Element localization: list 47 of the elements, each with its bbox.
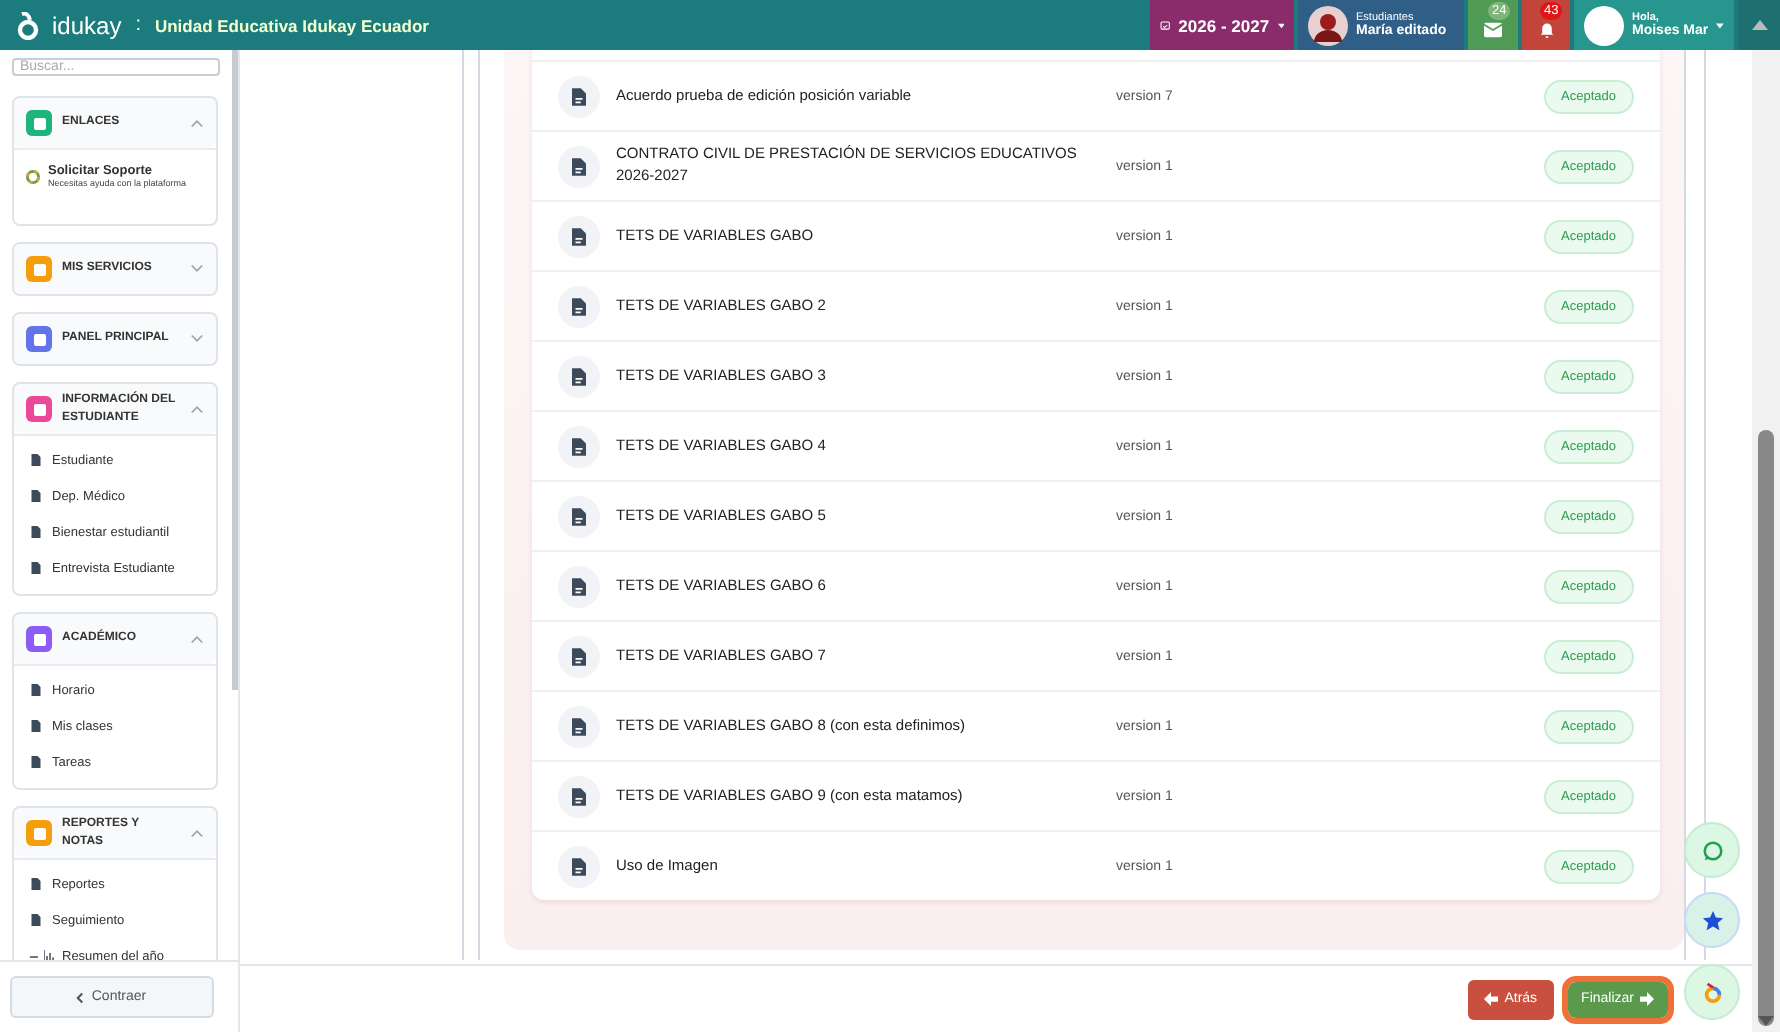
- star-icon: [1701, 909, 1723, 931]
- separator: :: [135, 14, 141, 36]
- document-icon: [558, 215, 600, 257]
- document-icon: [30, 526, 42, 538]
- scrollbar[interactable]: [1752, 50, 1780, 1032]
- arrow-left-icon: [1484, 992, 1499, 1006]
- avatar: [1584, 5, 1624, 45]
- assistant-button[interactable]: [1684, 964, 1740, 1020]
- document-icon: [558, 845, 600, 887]
- lifebuoy-icon: [26, 169, 40, 183]
- document-icon: [30, 562, 42, 574]
- scrollbar[interactable]: [232, 50, 238, 690]
- document-icon: [558, 705, 600, 747]
- scroll-down-icon[interactable]: [1758, 1016, 1774, 1026]
- document-icon: [558, 775, 600, 817]
- mail-icon: [1484, 22, 1502, 38]
- favorite-button[interactable]: [1684, 892, 1740, 948]
- document-icon: [30, 720, 42, 732]
- document-icon: [30, 914, 42, 926]
- bell-icon: [1537, 22, 1555, 38]
- swirl-icon: [1701, 981, 1723, 1003]
- document-icon: [30, 454, 42, 466]
- document-icon: [558, 355, 600, 397]
- chat-button[interactable]: [1684, 822, 1740, 878]
- calendar-icon: [1160, 16, 1171, 34]
- chevron-left-icon: [75, 991, 84, 1003]
- logo-text: idukay: [52, 11, 122, 39]
- school-name: Unidad Educativa Idukay Ecuador: [154, 15, 429, 35]
- year-selector[interactable]: 2026 - 2027: [1150, 0, 1294, 50]
- caret-icon: [1716, 21, 1724, 29]
- caret-icon: [1277, 21, 1284, 29]
- document-icon: [558, 425, 600, 467]
- document-icon: [30, 878, 42, 890]
- document-icon: [30, 490, 42, 502]
- document-icon: [30, 684, 42, 696]
- document-icon: [558, 635, 600, 677]
- document-icon: [558, 285, 600, 327]
- chat-icon: [1701, 839, 1723, 861]
- avatar: [1308, 5, 1348, 45]
- document-icon: [558, 565, 600, 607]
- logo-icon: [16, 11, 40, 39]
- arrow-right-icon: [1640, 992, 1654, 1006]
- document-icon: [558, 495, 600, 537]
- document-icon: [558, 75, 600, 117]
- document-icon: [30, 756, 42, 768]
- document-icon: [558, 145, 600, 187]
- scroll-up-icon[interactable]: [1751, 20, 1767, 30]
